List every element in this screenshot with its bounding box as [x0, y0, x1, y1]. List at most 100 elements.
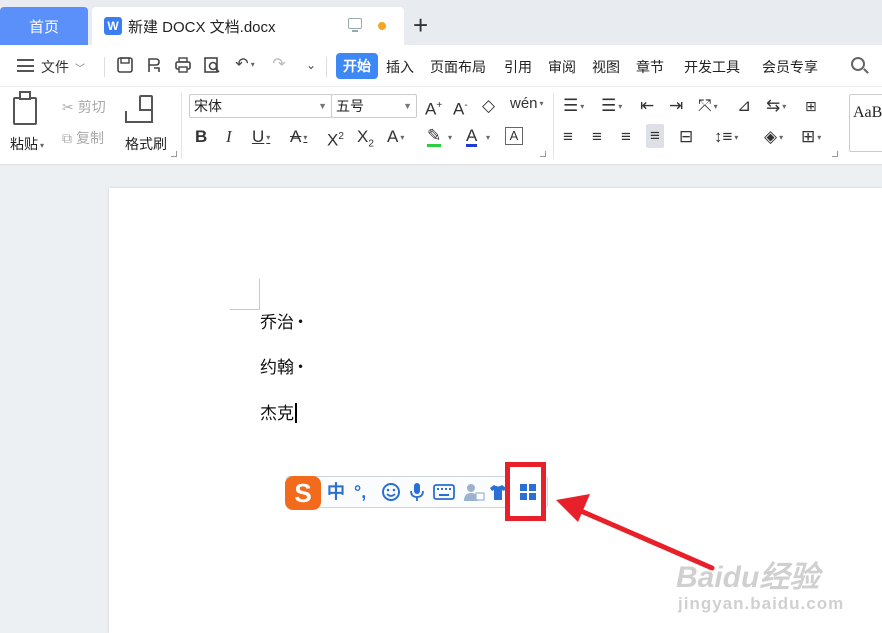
more-chevron-icon[interactable]: ⌄ — [302, 56, 320, 74]
menu-bar: 文件 ﹀ ↶ ▾ ↷ ⌄ 开始 插入 页面布局 引用 审阅 视图 章节 开发工具 会员专享 — [0, 45, 882, 87]
export-pdf-icon[interactable] — [145, 56, 163, 74]
print-preview-icon[interactable] — [203, 56, 221, 74]
redo-icon[interactable]: ↷ — [270, 56, 288, 74]
numbered-list-icon[interactable]: ☰ ▾ — [601, 96, 622, 117]
italic-icon[interactable]: I — [226, 127, 232, 147]
monitor-icon[interactable] — [348, 18, 362, 32]
menu-tab-4[interactable]: 审阅 — [548, 57, 576, 77]
ime-punctuation-toggle[interactable]: °, — [354, 481, 366, 503]
file-menu[interactable]: 文件 ﹀ — [41, 57, 85, 77]
font-group-launcher-icon[interactable] — [540, 151, 546, 157]
bullet-list-icon[interactable]: ☰ ▾ — [563, 96, 584, 117]
pinyin-guide-icon[interactable]: wén ▾ — [510, 94, 544, 114]
menu-tab-7[interactable]: 开发工具 — [684, 57, 740, 77]
paragraph[interactable]: 杰克 — [260, 399, 297, 424]
increase-indent-icon[interactable]: ⇥ — [669, 96, 683, 116]
decrease-indent-icon[interactable]: ⇤ — [640, 96, 654, 116]
bold-icon[interactable]: B — [195, 127, 207, 147]
clear-format-icon[interactable]: ◇ — [482, 96, 495, 116]
hamburger-menu-icon[interactable] — [17, 59, 34, 72]
emoji-icon[interactable] — [381, 482, 401, 502]
distributed-align-icon[interactable]: ⊟ — [679, 127, 693, 147]
cut-button[interactable]: ✂ 剪切 — [62, 97, 106, 117]
menu-tab-5[interactable]: 视图 — [592, 57, 620, 77]
keyboard-icon[interactable] — [433, 484, 455, 500]
paragraph-group-launcher-icon[interactable] — [832, 151, 838, 157]
paste-button[interactable]: 粘贴 ▾ — [10, 95, 44, 154]
format-painter-button[interactable]: 格式刷 — [125, 95, 167, 154]
menu-tab-1[interactable]: 插入 — [386, 57, 414, 77]
menu-tab-6[interactable]: 章节 — [636, 57, 664, 77]
sogou-logo-icon[interactable]: S — [285, 476, 321, 510]
paragraph[interactable]: 约翰 • — [260, 353, 304, 378]
ime-toolbox-button[interactable] — [505, 462, 546, 521]
paragraph-mark: • — [297, 315, 305, 329]
font-color-icon[interactable]: A — [466, 127, 478, 147]
user-skin-icon[interactable] — [463, 482, 485, 502]
increase-font-size-icon[interactable]: A+ — [425, 96, 442, 120]
style-preview-normal[interactable]: AaB — [849, 94, 882, 152]
baidu-watermark-url: jingyan.baidu.com — [678, 594, 845, 613]
toolbox-grid-icon — [520, 484, 527, 491]
highlight-dropdown-icon[interactable]: ▾ — [446, 127, 452, 148]
menu-tab-3[interactable]: 引用 — [504, 57, 532, 77]
text-effects-icon[interactable]: A ▾ — [387, 127, 404, 148]
font-name-value: 宋体 — [194, 98, 222, 114]
search-icon[interactable] — [851, 57, 865, 71]
strikethrough-icon[interactable]: A ▾ — [290, 127, 307, 148]
toolbox-grid-icon — [520, 493, 527, 500]
chinese-layout-icon[interactable]: ⤧ ▾ — [698, 96, 718, 117]
dropdown-arrow-icon: ▼ — [318, 101, 327, 111]
microphone-icon[interactable] — [409, 481, 425, 503]
toolbox-grid-icon — [529, 484, 536, 491]
undo-icon[interactable]: ↶ ▾ — [232, 56, 258, 74]
underline-icon[interactable]: U ▾ — [252, 127, 270, 148]
borders-icon[interactable]: ⊞ ▾ — [801, 127, 821, 148]
tab-home[interactable]: 首页 — [0, 7, 88, 45]
copy-label: 复制 — [76, 130, 104, 146]
paste-label: 粘贴 — [10, 136, 38, 152]
shading-icon[interactable]: ◈ ▾ — [764, 127, 783, 148]
font-size-select[interactable]: 五号 ▼ — [331, 94, 417, 118]
print-icon[interactable] — [174, 56, 192, 74]
margin-corner-mark — [259, 279, 260, 309]
new-tab-button[interactable]: + — [413, 10, 428, 40]
menu-tab-8[interactable]: 会员专享 — [762, 57, 818, 77]
tab-stops-icon[interactable]: ⊞ — [805, 96, 817, 116]
paragraph-text: 杰克 — [260, 404, 294, 424]
superscript-icon[interactable]: X2 — [327, 127, 344, 151]
justify-icon[interactable]: ≡ — [646, 124, 664, 148]
tab-document-label: 新建 DOCX 文档.docx — [128, 18, 276, 36]
format-painter-label: 格式刷 — [125, 136, 167, 152]
paragraph-text: 约翰 — [260, 358, 294, 378]
font-name-select[interactable]: 宋体 ▼ — [189, 94, 332, 118]
dropdown-arrow-icon: ▼ — [403, 101, 412, 111]
scissors-icon: ✂ — [62, 99, 74, 115]
align-center-icon[interactable]: ≡ — [592, 127, 602, 147]
unsaved-dot-icon — [378, 22, 386, 30]
sort-icon[interactable]: ⊿ — [737, 96, 751, 116]
align-left-icon[interactable]: ≡ — [563, 127, 573, 147]
clipboard-icon — [13, 97, 37, 125]
character-border-icon[interactable]: A — [505, 127, 523, 145]
menu-tab-0[interactable]: 开始 — [336, 53, 378, 79]
ime-mode-toggle[interactable]: 中 — [327, 481, 345, 503]
save-icon[interactable] — [116, 56, 134, 74]
divider — [181, 93, 182, 159]
paragraph[interactable]: 乔治 • — [260, 308, 304, 333]
copy-button[interactable]: ⧉ 复制 — [62, 128, 104, 148]
clipboard-group-launcher-icon[interactable] — [171, 151, 177, 157]
copy-icon: ⧉ — [62, 130, 72, 146]
align-right-icon[interactable]: ≡ — [621, 127, 631, 147]
font-color-dropdown-icon[interactable]: ▾ — [484, 127, 490, 148]
ribbon-toolbar: 粘贴 ▾ ✂ 剪切 ⧉ 复制 格式刷 宋体 ▼ 五号 ▼ A+ A- ◇ wén ▾ B I… — [0, 87, 882, 165]
tab-document[interactable]: W 新建 DOCX 文档.docx — [92, 7, 404, 45]
highlight-icon[interactable]: ✎ — [427, 127, 442, 147]
subscript-icon[interactable]: X2 — [357, 127, 374, 154]
decrease-font-size-icon[interactable]: A- — [453, 96, 468, 120]
menu-tab-2[interactable]: 页面布局 — [430, 57, 486, 77]
paragraph-mark: • — [297, 360, 305, 374]
style-preview-text: AaB — [853, 104, 882, 121]
line-spacing-icon[interactable]: ↕≡ ▾ — [714, 127, 738, 148]
show-hide-marks-icon[interactable]: ⇆ ▾ — [766, 96, 786, 117]
